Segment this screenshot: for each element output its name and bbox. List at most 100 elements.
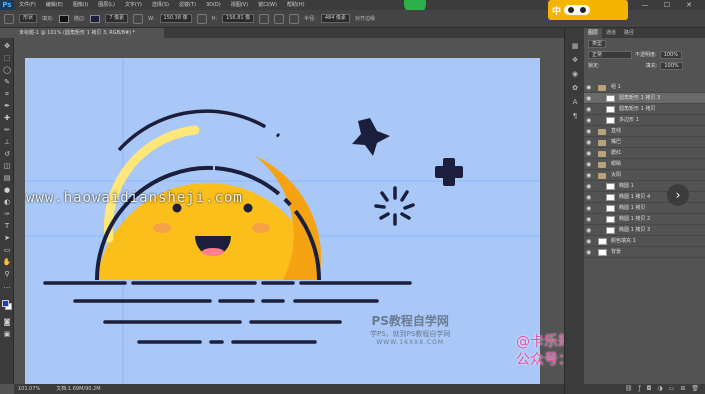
eye-icon[interactable]: ◉	[586, 115, 594, 126]
menu-file[interactable]: 文件(F)	[14, 0, 41, 10]
crop-icon[interactable]: ⌗	[2, 90, 12, 99]
menu-3d[interactable]: 3D(D)	[201, 0, 226, 10]
gear-icon[interactable]	[289, 13, 300, 24]
eye-icon[interactable]: ◉	[586, 126, 594, 137]
fx-icon[interactable]: ƒ	[639, 384, 641, 394]
layer-row[interactable]: ◉ 椭圆 1 拷贝 3	[584, 225, 705, 236]
next-arrow-button[interactable]: ›	[667, 184, 689, 206]
pen-icon[interactable]: ✑	[2, 210, 12, 219]
history-panel-icon[interactable]: ▦	[570, 42, 580, 51]
gradient-icon[interactable]: ▤	[2, 174, 12, 183]
menu-layer[interactable]: 图层(L)	[93, 0, 120, 10]
healing-icon[interactable]: ✚	[2, 114, 12, 123]
menu-image[interactable]: 图像(I)	[68, 0, 93, 10]
width-field[interactable]: 150.38 像	[159, 14, 192, 23]
more-tools-icon[interactable]: …	[2, 282, 12, 291]
zoom-icon[interactable]: ⚲	[2, 270, 12, 279]
align-edges-checkbox[interactable]: 对齐边缘	[355, 15, 375, 22]
eye-icon[interactable]: ◉	[586, 247, 594, 258]
menu-help[interactable]: 帮助(H)	[282, 0, 310, 10]
fill-field[interactable]: 100%	[660, 61, 683, 70]
stroke-type-icon[interactable]	[133, 13, 144, 24]
layer-row[interactable]: ◉ 组 1	[584, 82, 705, 93]
path-select-icon[interactable]: ➤	[2, 234, 12, 243]
menu-select[interactable]: 选择(S)	[147, 0, 174, 10]
type-icon[interactable]: T	[2, 222, 12, 231]
shape-icon[interactable]: ▭	[2, 246, 12, 255]
brush-panel-icon[interactable]: ✿	[570, 84, 580, 93]
eye-icon[interactable]: ◉	[586, 82, 594, 93]
eyedropper-icon[interactable]: ✒	[2, 102, 12, 111]
stroke-swatch[interactable]	[90, 14, 101, 23]
paragraph-panel-icon[interactable]: ¶	[570, 112, 580, 121]
layer-row[interactable]: ◉ 颜色填充 1	[584, 236, 705, 247]
opacity-field[interactable]: 100%	[659, 50, 682, 59]
eye-icon[interactable]: ◉	[586, 214, 594, 225]
stamp-icon[interactable]: ⊥	[2, 138, 12, 147]
trash-icon[interactable]: 🗑	[691, 384, 699, 394]
brush-icon[interactable]: ✏	[2, 126, 12, 135]
new-layer-icon[interactable]: ⊞	[680, 384, 685, 394]
link-icon[interactable]	[196, 13, 207, 24]
properties-panel-icon[interactable]: ✥	[570, 56, 580, 65]
eye-icon[interactable]: ◉	[586, 203, 594, 214]
eye-icon[interactable]: ◉	[586, 181, 594, 192]
radius-field[interactable]: 484 像素	[320, 14, 350, 23]
layer-row[interactable]: ◉ 眼睛	[584, 159, 705, 170]
eye-icon[interactable]: ◉	[586, 236, 594, 247]
layer-row[interactable]: ◉ 圆角矩形 1 拷贝 3	[584, 93, 705, 104]
layer-row[interactable]: ◉ 多边形 1	[584, 115, 705, 126]
character-panel-icon[interactable]: A	[570, 98, 580, 107]
blur-icon[interactable]: ●	[2, 186, 12, 195]
eye-icon[interactable]: ◉	[586, 137, 594, 148]
document-tab[interactable]: 未标题-1 @ 101% (圆角矩形 1 拷贝 3, RGB/8#) *	[14, 28, 164, 38]
layer-row[interactable]: ◉ 嘴巴	[584, 137, 705, 148]
shape-tool-icon[interactable]	[4, 13, 14, 24]
maximize-button[interactable]: ☐	[662, 1, 672, 9]
eye-icon[interactable]: ◉	[586, 225, 594, 236]
history-brush-icon[interactable]: ↺	[2, 150, 12, 159]
eye-icon[interactable]: ◉	[586, 104, 594, 115]
layer-row[interactable]: ◉ 圆角矩形 1 拷贝	[584, 104, 705, 115]
close-window-button[interactable]: ✕	[684, 1, 694, 9]
layer-row[interactable]: ◉ 太阳	[584, 170, 705, 181]
stroke-width-field[interactable]: 7 像素	[105, 14, 129, 23]
screen-mode-icon[interactable]: ▣	[2, 330, 12, 339]
eraser-icon[interactable]: ◫	[2, 162, 12, 171]
move-icon[interactable]: ✥	[2, 42, 12, 51]
blend-mode-select[interactable]: 正常	[588, 50, 632, 59]
menu-type[interactable]: 文字(Y)	[120, 0, 147, 10]
menu-view[interactable]: 视图(V)	[226, 0, 253, 10]
tab-layers[interactable]: 图层	[584, 28, 603, 38]
canvas-area[interactable]	[14, 38, 564, 384]
lasso-icon[interactable]: ◯	[2, 66, 12, 75]
quick-mask-icon[interactable]: ◙	[2, 318, 12, 327]
layer-row[interactable]: ◉ 椭圆 1 拷贝	[584, 203, 705, 214]
artboard[interactable]	[25, 58, 540, 384]
link-layers-icon[interactable]: ⛓	[625, 384, 633, 394]
tab-channels[interactable]: 通道	[602, 28, 620, 38]
eye-icon[interactable]: ◉	[586, 192, 594, 203]
path-align-icon[interactable]	[274, 13, 285, 24]
hand-icon[interactable]: ✋	[2, 258, 12, 267]
height-field[interactable]: 156.81 像	[222, 14, 255, 23]
shape-mode-select[interactable]: 形状	[19, 14, 38, 23]
minimize-button[interactable]: —	[640, 1, 650, 9]
quick-select-icon[interactable]: ✎	[2, 78, 12, 87]
adjustment-layer-icon[interactable]: ◑	[657, 384, 662, 394]
layer-row[interactable]: ◉ 腮红	[584, 148, 705, 159]
tab-paths[interactable]: 路径	[620, 28, 638, 38]
layer-row[interactable]: ◉ 椭圆 1 拷贝 2	[584, 214, 705, 225]
kind-filter-select[interactable]: 类型	[588, 39, 607, 48]
menu-filter[interactable]: 滤镜(T)	[174, 0, 201, 10]
eye-icon[interactable]: ◉	[586, 148, 594, 159]
layer-row[interactable]: ◉ 背景	[584, 247, 705, 258]
eye-icon[interactable]: ◉	[586, 170, 594, 181]
marquee-icon[interactable]: ⬚	[2, 54, 12, 63]
foreground-color-swatch[interactable]	[2, 300, 9, 307]
menu-window[interactable]: 窗口(W)	[253, 0, 282, 10]
eye-icon[interactable]: ◉	[586, 159, 594, 170]
new-group-icon[interactable]: ▭	[669, 384, 675, 394]
layer-row[interactable]: ◉ 直线	[584, 126, 705, 137]
eye-icon[interactable]: ◉	[586, 93, 594, 104]
